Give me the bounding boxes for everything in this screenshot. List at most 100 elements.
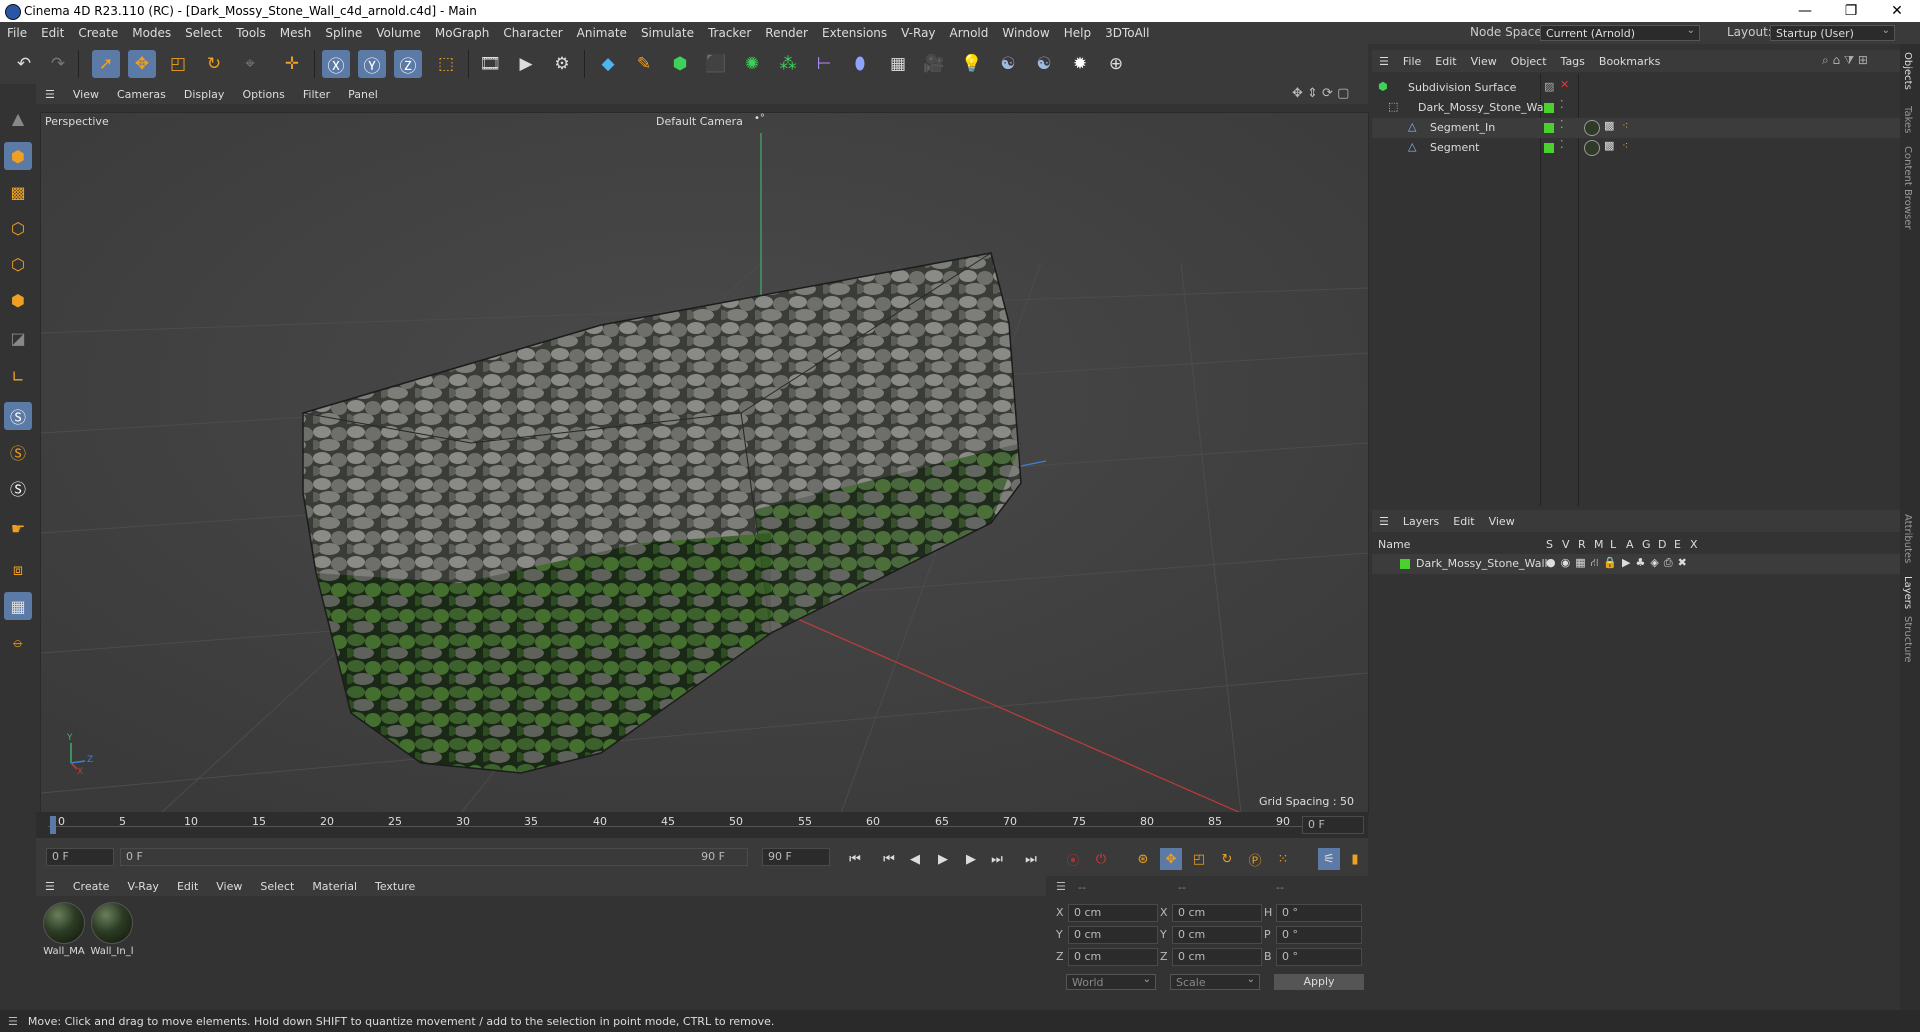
x-axis-lock-icon[interactable]: Ⓧ xyxy=(322,50,350,78)
node-space-dropdown[interactable]: Current (Arnold) xyxy=(1540,23,1700,41)
point-mode-icon[interactable]: ⬡ xyxy=(4,214,32,242)
edge-mode-icon[interactable]: ⬡ xyxy=(4,250,32,278)
menu-file[interactable]: File xyxy=(0,26,34,40)
prev-frame-icon[interactable]: ◀ xyxy=(904,848,926,870)
menu-mesh[interactable]: Mesh xyxy=(273,26,319,40)
material-menu-vray[interactable]: V-Ray xyxy=(118,880,168,893)
status-hamburger-icon[interactable]: ☰ xyxy=(8,1015,18,1028)
object-row[interactable]: ⬚ Dark_Mossy_Stone_Wall ⁚ xyxy=(1372,98,1900,118)
material-tag-icon[interactable] xyxy=(1584,120,1600,136)
goto-end-icon[interactable]: ⏭ xyxy=(1020,848,1042,870)
size-x-field[interactable]: 0 cm xyxy=(1172,904,1262,922)
object-menu-bookmarks[interactable]: Bookmarks xyxy=(1592,55,1667,68)
menu-mograph[interactable]: MoGraph xyxy=(428,26,497,40)
live-selection-icon[interactable]: ➚ xyxy=(92,50,120,78)
next-key-icon[interactable]: ⏭ xyxy=(986,848,1008,870)
material-menu-view[interactable]: View xyxy=(207,880,251,893)
spline-pen-icon[interactable]: ✎ xyxy=(630,50,658,78)
axis-mode-icon[interactable]: ∟ xyxy=(4,362,32,390)
viewport-menu-options[interactable]: Options xyxy=(233,88,293,101)
layer-toggle-icons[interactable]: ●◉▦⛙🔒▶♣◈⎙✖ xyxy=(1546,556,1692,571)
rot-h-field[interactable]: 0 ° xyxy=(1276,904,1362,922)
maximize-button[interactable]: ❐ xyxy=(1828,0,1874,22)
snap-settings-icon[interactable]: Ⓢ xyxy=(4,438,32,466)
menu-extensions[interactable]: Extensions xyxy=(815,26,894,40)
snap-icon[interactable]: Ⓢ xyxy=(4,402,32,430)
pos-y-field[interactable]: 0 cm xyxy=(1068,926,1158,944)
object-row[interactable]: ⬢ Subdivision Surface ▨ ✕ xyxy=(1372,78,1900,98)
locked-workplane-icon[interactable]: ⦵ xyxy=(4,628,32,656)
object-menu-view[interactable]: View xyxy=(1464,55,1504,68)
menu-spline[interactable]: Spline xyxy=(318,26,369,40)
render-view-icon[interactable]: 🎞 xyxy=(476,50,504,78)
python-generator-icon[interactable]: ☯ xyxy=(994,50,1022,78)
render-picture-viewer-icon[interactable]: ▶ xyxy=(512,50,540,78)
pos-x-field[interactable]: 0 cm xyxy=(1068,904,1158,922)
layer-row[interactable]: Dark_Mossy_Stone_Wall ●◉▦⛙🔒▶♣◈⎙✖ xyxy=(1372,554,1900,574)
texture-tag-icon[interactable]: ▩ xyxy=(1604,139,1614,152)
key-position-icon[interactable]: ✥ xyxy=(1160,848,1182,870)
start-frame-field[interactable]: 0 F xyxy=(46,848,114,866)
scale-tool-icon[interactable]: ◰ xyxy=(164,50,192,78)
object-row[interactable]: △ Segment ⁚ ▩ ⁖ xyxy=(1372,138,1900,158)
menu-tools[interactable]: Tools xyxy=(229,26,273,40)
menu-render[interactable]: Render xyxy=(758,26,815,40)
material-hamburger-icon[interactable]: ☰ xyxy=(36,880,64,893)
apply-button[interactable]: Apply xyxy=(1274,974,1364,990)
menu-modes[interactable]: Modes xyxy=(125,26,178,40)
rotate-tool-icon[interactable]: ↻ xyxy=(200,50,228,78)
texture-mode-icon[interactable]: ▩ xyxy=(4,178,32,206)
menu-arnold[interactable]: Arnold xyxy=(943,26,996,40)
camera-object-icon[interactable]: 🎥 xyxy=(920,50,948,78)
disabled-x-icon[interactable]: ✕ xyxy=(1560,78,1569,91)
tab-structure[interactable]: Structure xyxy=(1902,616,1913,663)
close-button[interactable]: ✕ xyxy=(1874,0,1920,22)
field-icon[interactable]: ⬮ xyxy=(846,50,874,78)
tab-takes[interactable]: Takes xyxy=(1902,106,1913,133)
material-swatch[interactable]: Wall_In_l xyxy=(90,902,134,957)
uvw-tag-icon[interactable]: ⁖ xyxy=(1622,119,1628,132)
workplane-icon[interactable]: ⧈ xyxy=(4,556,32,584)
visibility-dots-icon[interactable]: ⁚ xyxy=(1560,138,1564,151)
keyframe-selection-icon[interactable]: ⊛ xyxy=(1132,848,1154,870)
arnold-render-settings-icon[interactable]: ✹ xyxy=(1066,50,1094,78)
object-menu-object[interactable]: Object xyxy=(1504,55,1554,68)
cloner-icon[interactable]: ✺ xyxy=(738,50,766,78)
coord-mode-dropdown[interactable]: World xyxy=(1066,972,1156,990)
coord-hamburger-icon[interactable]: ☰ xyxy=(1056,880,1066,893)
tab-objects[interactable]: Objects xyxy=(1902,52,1913,90)
key-pla-icon[interactable]: ⁙ xyxy=(1272,848,1294,870)
y-axis-lock-icon[interactable]: Ⓨ xyxy=(358,50,386,78)
z-axis-lock-icon[interactable]: Ⓩ xyxy=(394,50,422,78)
menu-tracker[interactable]: Tracker xyxy=(701,26,758,40)
material-menu-edit[interactable]: Edit xyxy=(168,880,207,893)
viewport-hamburger-icon[interactable]: ☰ xyxy=(36,88,64,101)
object-row[interactable]: △ Segment_In ⁚ ▩ ⁖ xyxy=(1372,118,1900,138)
viewport-menu-display[interactable]: Display xyxy=(175,88,234,101)
floor-object-icon[interactable]: ▦ xyxy=(884,50,912,78)
rot-p-field[interactable]: 0 ° xyxy=(1276,926,1362,944)
3d-viewport[interactable]: Perspective Default Camera •° Grid Spaci… xyxy=(40,112,1369,814)
quantize-icon[interactable]: Ⓢ xyxy=(4,474,32,502)
play-icon[interactable]: ▶ xyxy=(932,848,954,870)
visibility-dots-icon[interactable]: ⁚ xyxy=(1560,98,1564,111)
next-frame-icon[interactable]: ▶ xyxy=(960,848,982,870)
preview-range-slider[interactable]: 0 F 90 F xyxy=(120,848,748,866)
current-frame-field[interactable]: 0 F xyxy=(1302,816,1364,834)
record-active-icon[interactable]: ⦿ xyxy=(1062,848,1084,870)
light-object-icon[interactable]: 💡 xyxy=(958,50,986,78)
layer-color-icon[interactable] xyxy=(1544,123,1554,133)
size-z-field[interactable]: 0 cm xyxy=(1172,948,1262,966)
bend-deformer-icon[interactable]: ⊢ xyxy=(810,50,838,78)
timeline-window-icon[interactable]: ⚟ xyxy=(1318,848,1340,870)
material-menu-texture[interactable]: Texture xyxy=(366,880,424,893)
object-menu-file[interactable]: File xyxy=(1396,55,1428,68)
redo-icon[interactable]: ↷ xyxy=(44,50,72,78)
tab-attributes[interactable]: Attributes xyxy=(1902,514,1913,563)
move-tool-icon[interactable]: ✥ xyxy=(128,50,156,78)
object-search-icons[interactable]: ⌕ ⌂ ⧩ ⊞ xyxy=(1822,53,1868,68)
make-editable-icon[interactable]: ▲ xyxy=(4,104,32,132)
model-mode-icon[interactable]: ⬢ xyxy=(4,142,32,170)
playhead[interactable] xyxy=(50,816,56,834)
menu-create[interactable]: Create xyxy=(71,26,125,40)
